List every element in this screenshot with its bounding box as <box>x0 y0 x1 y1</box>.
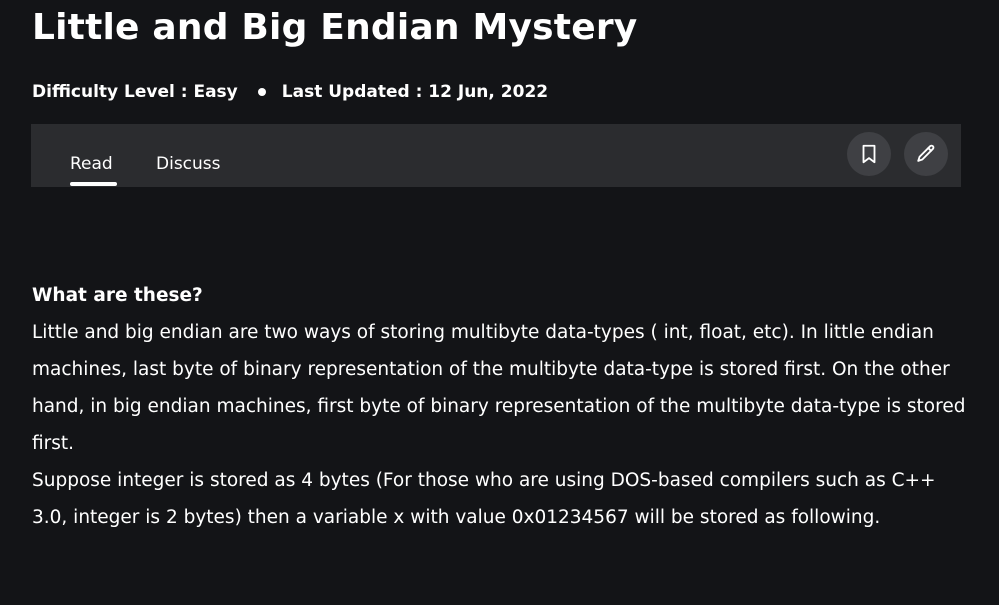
difficulty-level: Difficulty Level : Easy <box>32 82 238 102</box>
article-tab-bar: Read Discuss <box>31 124 961 187</box>
edit-button[interactable] <box>904 132 948 176</box>
page-title: Little and Big Endian Mystery <box>32 7 638 48</box>
paragraph-endian-definition: Little and big endian are two ways of st… <box>32 322 966 454</box>
article-meta: Difficulty Level : Easy Last Updated : 1… <box>32 80 548 104</box>
bookmark-button[interactable] <box>847 132 891 176</box>
meta-separator-dot <box>257 88 266 96</box>
last-updated: Last Updated : 12 Jun, 2022 <box>281 82 549 102</box>
article-page: Little and Big Endian Mystery Difficulty… <box>0 0 999 605</box>
paragraph-integer-storage: Suppose integer is stored as 4 bytes (Fo… <box>32 470 936 528</box>
article-content: What are these? Little and big endian ar… <box>32 277 972 536</box>
tab-read[interactable]: Read <box>70 152 113 176</box>
bookmark-icon <box>862 144 876 164</box>
active-tab-indicator <box>70 182 117 186</box>
tab-discuss[interactable]: Discuss <box>156 152 221 176</box>
section-heading: What are these? <box>32 285 203 306</box>
pencil-icon <box>917 144 935 162</box>
